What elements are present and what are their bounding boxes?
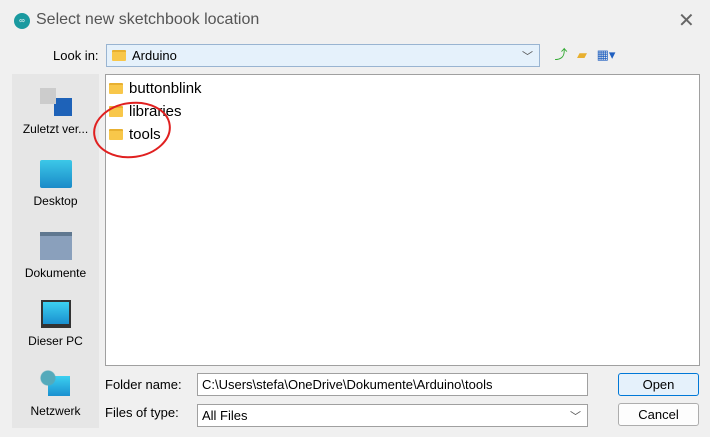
look-in-combo[interactable]: Arduino ﹀ — [106, 44, 540, 67]
up-folder-icon[interactable]: ⤴ — [552, 46, 570, 64]
recent-icon — [39, 88, 72, 116]
folder-name-input[interactable]: C:\Users\stefa\OneDrive\Dokumente\Arduin… — [197, 373, 588, 396]
sidebar-item-network[interactable]: Netzwerk — [12, 370, 99, 418]
new-folder-icon[interactable]: ▰ — [573, 46, 591, 64]
arduino-logo-icon: ∞ — [14, 13, 30, 29]
sidebar-item-recent[interactable]: Zuletzt ver... — [12, 88, 99, 136]
files-of-type-label: Files of type: — [105, 405, 179, 420]
folder-icon — [109, 83, 123, 94]
folder-name-label: Folder name: — [105, 377, 182, 392]
sidebar-label: Zuletzt ver... — [22, 122, 89, 136]
look-in-value: Arduino — [132, 48, 177, 63]
file-name: buttonblink — [129, 80, 202, 97]
red-circle-annotation — [93, 101, 171, 159]
chevron-down-icon: ﹀ — [570, 411, 581, 423]
files-of-type-select[interactable]: All Files ﹀ — [197, 404, 588, 427]
sidebar-item-documents[interactable]: Dokumente — [12, 232, 99, 280]
places-sidebar: Zuletzt ver... Desktop Dokumente Dieser … — [12, 74, 99, 428]
sidebar-label: Desktop — [33, 194, 78, 208]
folder-icon — [112, 50, 126, 61]
look-in-label: Look in: — [53, 48, 99, 63]
close-icon[interactable]: ✕ — [678, 8, 695, 33]
network-icon — [39, 370, 72, 398]
sidebar-item-desktop[interactable]: Desktop — [12, 160, 99, 208]
view-menu-icon[interactable]: ▦▾ — [594, 46, 618, 64]
file-list[interactable]: buttonblink libraries tools — [105, 74, 700, 366]
list-item[interactable]: buttonblink — [109, 80, 202, 97]
sidebar-label: Netzwerk — [30, 404, 81, 418]
sidebar-label: Dieser PC — [28, 334, 83, 348]
cancel-button[interactable]: Cancel — [618, 403, 699, 426]
computer-icon — [40, 300, 71, 328]
documents-icon — [39, 232, 72, 260]
window-title: Select new sketchbook location — [36, 11, 260, 28]
chevron-down-icon: ﹀ — [522, 51, 533, 63]
sidebar-item-this-pc[interactable]: Dieser PC — [12, 300, 99, 348]
sidebar-label: Dokumente — [24, 266, 87, 280]
open-button[interactable]: Open — [618, 373, 699, 396]
desktop-icon — [39, 160, 72, 188]
files-of-type-value: All Files — [202, 408, 248, 423]
